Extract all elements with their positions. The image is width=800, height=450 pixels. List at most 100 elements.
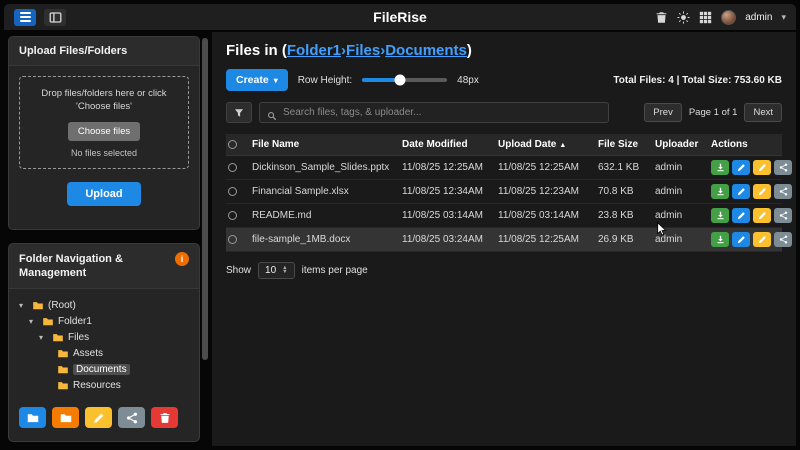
tree-item-resources[interactable]: Resources — [17, 377, 191, 393]
edit-button[interactable] — [732, 208, 750, 223]
file-name-cell[interactable]: file-sample_1MB.docx — [252, 234, 402, 245]
chevron-down-icon[interactable] — [781, 12, 786, 23]
tree-caret-icon[interactable] — [39, 333, 48, 342]
prev-page-button[interactable]: Prev — [644, 103, 682, 122]
edit-button[interactable] — [732, 232, 750, 247]
tree-item-folder1[interactable]: Folder1 — [17, 313, 191, 329]
choose-files-button[interactable]: Choose files — [68, 122, 140, 141]
table-row[interactable]: Dickinson_Sample_Slides.pptx 11/08/25 12… — [226, 156, 782, 180]
download-icon — [716, 211, 725, 220]
row-checkbox[interactable] — [228, 235, 237, 244]
avatar[interactable] — [721, 10, 736, 25]
tree-item-files[interactable]: Files — [17, 329, 191, 345]
rename-button[interactable] — [753, 232, 771, 247]
uploader-cell: admin — [655, 234, 711, 245]
edit-button[interactable] — [732, 160, 750, 175]
pencil-icon — [737, 235, 746, 244]
col-file-name[interactable]: File Name — [252, 139, 402, 150]
per-page-select[interactable]: 10 — [258, 262, 295, 279]
col-upload-date[interactable]: Upload Date▲ — [498, 139, 598, 150]
tree-item-root[interactable]: (Root) — [17, 297, 191, 313]
scrollbar[interactable] — [202, 38, 208, 360]
view-mode-button[interactable] — [44, 9, 66, 26]
col-upload-date-label: Upload Date — [498, 139, 556, 150]
create-folder-button[interactable] — [19, 407, 46, 428]
funnel-icon — [234, 108, 244, 118]
edit-button[interactable] — [732, 184, 750, 199]
per-page-value: 10 — [265, 265, 276, 276]
file-name-cell[interactable]: README.md — [252, 210, 402, 221]
row-checkbox[interactable] — [228, 187, 237, 196]
download-button[interactable] — [711, 208, 729, 223]
breadcrumb-files[interactable]: Files — [346, 42, 380, 59]
select-all-checkbox[interactable] — [228, 140, 237, 149]
share-button[interactable] — [774, 208, 792, 223]
delete-folder-button[interactable] — [151, 407, 178, 428]
file-name-cell[interactable]: Dickinson_Sample_Slides.pptx — [252, 162, 402, 173]
rename-folder-button[interactable] — [85, 407, 112, 428]
table-row-selected[interactable]: file-sample_1MB.docx 11/08/25 03:24AM 11… — [226, 228, 782, 252]
download-button[interactable] — [711, 160, 729, 175]
share-icon — [779, 163, 788, 172]
col-file-size[interactable]: File Size — [598, 139, 655, 150]
dropzone-text-line1: Drop files/folders here or click — [26, 87, 182, 100]
folder-icon — [52, 332, 64, 343]
tree-item-documents[interactable]: Documents — [17, 361, 191, 377]
row-height-slider[interactable] — [362, 78, 447, 82]
sidebar-toggle-button[interactable] — [14, 9, 36, 26]
slider-thumb[interactable] — [395, 75, 406, 86]
share-button[interactable] — [774, 232, 792, 247]
row-checkbox[interactable] — [228, 211, 237, 220]
download-button[interactable] — [711, 232, 729, 247]
file-table: File Name Date Modified Upload Date▲ Fil… — [226, 134, 782, 252]
app-window: FileRise admin Upload Files/Folders Drop… — [0, 0, 800, 450]
upload-date-cell: 11/08/25 03:14AM — [498, 210, 598, 221]
move-folder-button[interactable] — [52, 407, 79, 428]
tree-item-label: Assets — [73, 348, 103, 359]
folder-card-title: Folder Navigation & Management — [19, 252, 123, 281]
file-name-cell[interactable]: Financial Sample.xlsx — [252, 186, 402, 197]
spinner-arrows-icon — [282, 267, 287, 274]
uploader-cell: admin — [655, 162, 711, 173]
share-button[interactable] — [774, 184, 792, 199]
col-uploader[interactable]: Uploader — [655, 139, 711, 150]
col-date-modified[interactable]: Date Modified — [402, 139, 498, 150]
filter-button[interactable] — [226, 102, 252, 123]
upload-button[interactable]: Upload — [67, 182, 140, 206]
uploader-cell: admin — [655, 210, 711, 221]
tree-caret-icon[interactable] — [29, 317, 38, 326]
tree-caret-icon[interactable] — [19, 301, 28, 310]
table-row[interactable]: Financial Sample.xlsx 11/08/25 12:34AM 1… — [226, 180, 782, 204]
share-folder-button[interactable] — [118, 407, 145, 428]
user-name[interactable]: admin — [745, 12, 772, 23]
trash-icon[interactable] — [655, 11, 668, 24]
download-icon — [716, 187, 725, 196]
totals-text: Total Files: 4 | Total Size: 753.60 KB — [613, 75, 782, 86]
breadcrumb-documents[interactable]: Documents — [385, 42, 467, 59]
pencil-icon — [737, 163, 746, 172]
rename-button[interactable] — [753, 208, 771, 223]
search-input[interactable] — [283, 107, 601, 118]
row-checkbox[interactable] — [228, 163, 237, 172]
folder-icon — [42, 316, 54, 327]
breadcrumb-folder1[interactable]: Folder1 — [287, 42, 341, 59]
next-page-button[interactable]: Next — [744, 103, 782, 122]
dropzone[interactable]: Drop files/folders here or click 'Choose… — [19, 76, 189, 169]
row-actions — [711, 208, 792, 223]
rename-button[interactable] — [753, 184, 771, 199]
row-actions — [711, 232, 792, 247]
info-icon[interactable] — [175, 252, 189, 266]
rename-button[interactable] — [753, 160, 771, 175]
download-button[interactable] — [711, 184, 729, 199]
table-row[interactable]: README.md 11/08/25 03:14AM 11/08/25 03:1… — [226, 204, 782, 228]
topbar: FileRise admin — [4, 4, 796, 30]
tree-item-label: Resources — [73, 380, 121, 391]
tree-item-assets[interactable]: Assets — [17, 345, 191, 361]
items-per-page-label: items per page — [302, 265, 368, 276]
apps-grid-icon[interactable] — [699, 11, 712, 24]
sort-ascending-icon: ▲ — [559, 142, 566, 149]
theme-toggle-sun-icon[interactable] — [677, 11, 690, 24]
create-button[interactable]: Create — [226, 69, 288, 91]
share-button[interactable] — [774, 160, 792, 175]
download-icon — [716, 163, 725, 172]
